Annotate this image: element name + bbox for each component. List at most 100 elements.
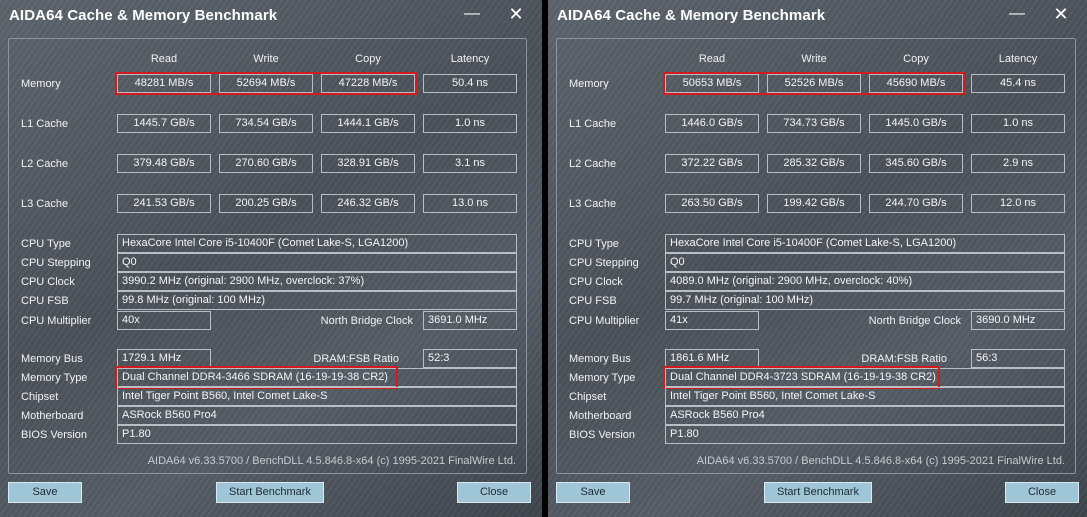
label-cpu-fsb: CPU FSB <box>569 295 617 307</box>
label-l3-cache: L3 Cache <box>569 198 617 210</box>
label-l2-cache: L2 Cache <box>21 158 69 170</box>
save-button[interactable]: Save <box>556 482 630 503</box>
l1-copy-value: 1445.0 GB/s <box>869 114 963 133</box>
l2-copy-value: 328.91 GB/s <box>321 154 415 173</box>
label-memory-bus: Memory Bus <box>21 353 83 365</box>
start-benchmark-button[interactable]: Start Benchmark <box>764 482 872 503</box>
label-memory-type: Memory Type <box>569 372 636 384</box>
label-bios-version: BIOS Version <box>21 429 88 441</box>
label-cpu-stepping: CPU Stepping <box>21 257 91 269</box>
label-chipset: Chipset <box>569 391 607 403</box>
memory-type-value: Dual Channel DDR4-3466 SDRAM (16-19-19-3… <box>117 368 517 387</box>
l3-read-value: 241.53 GB/s <box>117 194 211 213</box>
results-panel: Read Write Copy Latency Memory 50653 MB/… <box>556 38 1076 474</box>
l2-latency-value: 2.9 ns <box>971 154 1065 173</box>
chipset-value: Intel Tiger Point B560, Intel Comet Lake… <box>117 387 517 406</box>
close-button[interactable]: Close <box>457 482 531 503</box>
header-latency: Latency <box>450 53 490 65</box>
motherboard-value: ASRock B560 Pro4 <box>117 406 517 425</box>
label-north-bridge-clock: North Bridge Clock <box>868 315 961 327</box>
label-dram-fsb-ratio: DRAM:FSB Ratio <box>861 353 947 365</box>
memory-write-value: 52526 MB/s <box>767 74 861 93</box>
l1-latency-value: 1.0 ns <box>423 114 517 133</box>
header-latency: Latency <box>998 53 1038 65</box>
label-dram-fsb-ratio: DRAM:FSB Ratio <box>313 353 399 365</box>
memory-read-value: 48281 MB/s <box>117 74 211 93</box>
l3-copy-value: 244.70 GB/s <box>869 194 963 213</box>
l2-write-value: 285.32 GB/s <box>767 154 861 173</box>
l1-read-value: 1445.7 GB/s <box>117 114 211 133</box>
label-memory: Memory <box>21 78 61 90</box>
label-cpu-multiplier: CPU Multiplier <box>21 315 92 327</box>
l2-read-value: 372.22 GB/s <box>665 154 759 173</box>
label-l3-cache: L3 Cache <box>21 198 69 210</box>
label-memory-bus: Memory Bus <box>569 353 631 365</box>
north-bridge-clock-value: 3690.0 MHz <box>971 311 1065 330</box>
l3-latency-value: 13.0 ns <box>423 194 517 213</box>
header-copy: Copy <box>903 53 929 65</box>
memory-type-value: Dual Channel DDR4-3723 SDRAM (16-19-19-3… <box>665 368 1065 387</box>
chipset-value: Intel Tiger Point B560, Intel Comet Lake… <box>665 387 1065 406</box>
window-title: AIDA64 Cache & Memory Benchmark <box>9 7 278 24</box>
copyright-footer: AIDA64 v6.33.5700 / BenchDLL 4.5.846.8-x… <box>696 455 1065 467</box>
label-north-bridge-clock: North Bridge Clock <box>320 315 413 327</box>
label-l2-cache: L2 Cache <box>569 158 617 170</box>
l1-latency-value: 1.0 ns <box>971 114 1065 133</box>
copyright-footer: AIDA64 v6.33.5700 / BenchDLL 4.5.846.8-x… <box>147 455 516 467</box>
cpu-multiplier-value: 40x <box>117 311 211 330</box>
memory-copy-value: 47228 MB/s <box>321 74 415 93</box>
header-write: Write <box>253 53 279 65</box>
l2-latency-value: 3.1 ns <box>423 154 517 173</box>
l3-copy-value: 246.32 GB/s <box>321 194 415 213</box>
label-cpu-fsb: CPU FSB <box>21 295 69 307</box>
label-cpu-clock: CPU Clock <box>21 276 75 288</box>
memory-latency-value: 45.4 ns <box>971 74 1065 93</box>
minimize-icon[interactable]: — <box>462 4 482 24</box>
motherboard-value: ASRock B560 Pro4 <box>665 406 1065 425</box>
cpu-fsb-value: 99.8 MHz (original: 100 MHz) <box>117 291 517 310</box>
l2-copy-value: 345.60 GB/s <box>869 154 963 173</box>
close-button[interactable]: Close <box>1005 482 1079 503</box>
header-read: Read <box>150 53 178 65</box>
header-read: Read <box>698 53 726 65</box>
north-bridge-clock-value: 3691.0 MHz <box>423 311 517 330</box>
cpu-type-value: HexaCore Intel Core i5-10400F (Comet Lak… <box>117 234 517 253</box>
l1-write-value: 734.73 GB/s <box>767 114 861 133</box>
l3-latency-value: 12.0 ns <box>971 194 1065 213</box>
results-panel: Read Write Copy Latency Memory 48281 MB/… <box>8 38 527 474</box>
l2-write-value: 270.60 GB/s <box>219 154 313 173</box>
benchmark-window-right: AIDA64 Cache & Memory Benchmark — ✕ Read… <box>548 0 1087 517</box>
cpu-stepping-value: Q0 <box>117 253 517 272</box>
header-write: Write <box>801 53 827 65</box>
label-cpu-type: CPU Type <box>21 238 71 250</box>
memory-write-value: 52694 MB/s <box>219 74 313 93</box>
header-copy: Copy <box>355 53 381 65</box>
save-button[interactable]: Save <box>8 482 82 503</box>
memory-bus-value: 1861.6 MHz <box>665 349 759 368</box>
bios-version-value: P1.80 <box>665 425 1065 444</box>
memory-latency-value: 50.4 ns <box>423 74 517 93</box>
label-l1-cache: L1 Cache <box>569 118 617 130</box>
memory-read-value: 50653 MB/s <box>665 74 759 93</box>
window-title: AIDA64 Cache & Memory Benchmark <box>557 7 826 24</box>
l3-read-value: 263.50 GB/s <box>665 194 759 213</box>
close-window-icon[interactable]: ✕ <box>1051 4 1071 24</box>
label-motherboard: Motherboard <box>569 410 632 422</box>
dram-fsb-ratio-value: 56:3 <box>971 349 1065 368</box>
cpu-stepping-value: Q0 <box>665 253 1065 272</box>
bios-version-value: P1.80 <box>117 425 517 444</box>
label-chipset: Chipset <box>21 391 59 403</box>
l3-write-value: 199.42 GB/s <box>767 194 861 213</box>
label-bios-version: BIOS Version <box>569 429 636 441</box>
minimize-icon[interactable]: — <box>1007 4 1027 24</box>
l2-read-value: 379.48 GB/s <box>117 154 211 173</box>
label-cpu-clock: CPU Clock <box>569 276 623 288</box>
l1-copy-value: 1444.1 GB/s <box>321 114 415 133</box>
label-cpu-multiplier: CPU Multiplier <box>569 315 640 327</box>
close-window-icon[interactable]: ✕ <box>506 4 526 24</box>
label-memory: Memory <box>569 78 609 90</box>
label-memory-type: Memory Type <box>21 372 88 384</box>
start-benchmark-button[interactable]: Start Benchmark <box>216 482 324 503</box>
l1-read-value: 1446.0 GB/s <box>665 114 759 133</box>
cpu-clock-value: 4089.0 MHz (original: 2900 MHz, overcloc… <box>665 272 1065 291</box>
